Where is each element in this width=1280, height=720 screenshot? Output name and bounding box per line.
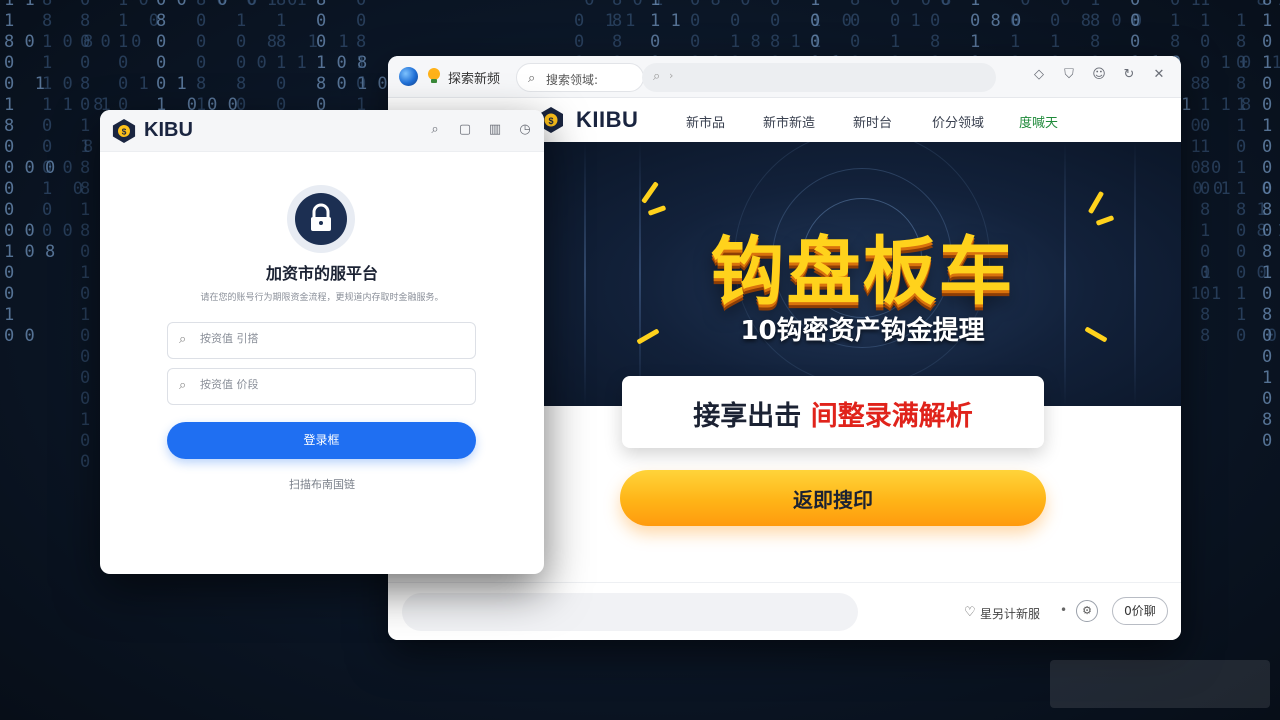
matrix-column: 8 1 0 01808110118 10 8 100 0110 0 (1236, 0, 1280, 346)
browser-footer: ♡ 星另计新服 • ⚙ 0价聊 (388, 582, 1181, 640)
svg-text:$: $ (548, 116, 553, 126)
login-header: $ KIBU ⌕ ▢ ▥ ◷ (100, 110, 544, 152)
clock-icon[interactable]: ◷ (518, 122, 532, 137)
footer-pill-button[interactable]: 0价聊 (1112, 597, 1168, 625)
announcement-text: 接享出击 (693, 401, 802, 432)
password-input[interactable] (200, 378, 460, 391)
announcement-card: 接享出击 间整录满解析 (622, 376, 1044, 448)
username-field[interactable]: ⌕ (167, 322, 476, 359)
tab-search-label: 搜索领域: (546, 73, 599, 87)
nav-item-4[interactable]: 价分领域 (932, 112, 984, 131)
hero-subtitle: 10钩密资产钩金提理 (740, 316, 985, 346)
matrix-column: 1100 1 0 181 1 80180 1 0 18100088 (1200, 0, 1280, 346)
bulb-icon (428, 68, 440, 83)
login-logo-text[interactable]: KIBU (144, 119, 193, 142)
watermark (1050, 660, 1270, 708)
close-icon[interactable]: ✕ (1151, 67, 1167, 82)
wallet-icon[interactable]: ▥ (488, 122, 502, 137)
login-window: $ KIBU ⌕ ▢ ▥ ◷ 加资市的服平台 请在您的账号行为期限资金流程，更规… (100, 110, 544, 574)
lock-icon (295, 193, 347, 245)
nav-item-5[interactable]: 度喊天 (1019, 112, 1058, 131)
favorite-label[interactable]: 星另计新服 (980, 605, 1040, 622)
login-button[interactable]: 登录框 (167, 422, 476, 459)
matrix-column: 8 8101001000 18 10810800 810 180 1 (1262, 0, 1280, 451)
hero-banner: 钩盘板车 10钩密资产钩金提理 (544, 142, 1181, 406)
chevron-right-icon: › (669, 69, 674, 82)
refresh-icon[interactable]: ↻ (1121, 67, 1137, 82)
search-icon: ⌕ (528, 71, 536, 86)
search-icon: ⌕ (179, 378, 187, 393)
login-description: 请在您的账号行为期限资金流程，更规道内存取时金融服务。 (200, 293, 444, 303)
lock-glyph (311, 203, 331, 231)
matrix-column: 881 0 811 01 1 800 8 00 01 000 0 (42, 0, 114, 241)
browser-logo-icon (399, 67, 418, 86)
address-bar[interactable]: ⌕ › (642, 63, 996, 92)
browser-actions: ◇ ⛉ ☺ ↻ ✕ (1031, 67, 1167, 82)
shield-icon[interactable]: ⛉ (1061, 67, 1077, 82)
kibu-logo-icon: $ (112, 119, 136, 143)
footer-input[interactable] (402, 593, 858, 631)
login-title: 加资市的服平台 (265, 264, 378, 283)
hero-title: 钩盘板车 (710, 229, 1015, 315)
matrix-column: 1 118 000 11800 0 0000 01 0 80010 0 (4, 0, 56, 346)
nav-item-1[interactable]: 新市品 (686, 112, 725, 131)
password-field[interactable]: ⌕ (167, 368, 476, 405)
login-header-actions: ⌕ ▢ ▥ ◷ (428, 122, 532, 137)
chat-icon[interactable]: ▢ (458, 122, 472, 137)
nav-item-2[interactable]: 新市新造 (763, 112, 815, 131)
search-icon: ⌕ (653, 69, 661, 84)
announcement-highlight: 间整录满解析 (810, 401, 973, 432)
nav-item-3[interactable]: 新时台 (853, 112, 892, 131)
qr-login-link[interactable]: 扫描布南国链 (100, 476, 544, 492)
tab-title[interactable]: 探索新频 (448, 68, 500, 87)
cta-button[interactable]: 返即搜印 (620, 470, 1046, 526)
browser-toolbar: 探索新频 ⌕ 搜索领域: ⌕ › ◇ ⛉ ☺ ↻ ✕ (388, 56, 1181, 98)
heart-icon[interactable]: ♡ (964, 605, 976, 620)
settings-icon[interactable]: ⚙ (1076, 600, 1098, 622)
svg-text:$: $ (122, 127, 127, 137)
separator-dot-icon: • (1060, 603, 1068, 617)
bookmark-icon[interactable]: ◇ (1031, 67, 1047, 82)
lock-badge (287, 185, 355, 253)
username-input[interactable] (200, 332, 460, 345)
site-logo-text[interactable]: KIIBU (576, 107, 638, 133)
search-icon[interactable]: ⌕ (428, 122, 442, 137)
tab-search[interactable]: ⌕ 搜索领域: (516, 63, 644, 92)
search-icon: ⌕ (179, 332, 187, 347)
matrix-column: 080 0 0080 111881 8801010 0 1000100 (80, 0, 142, 472)
user-icon[interactable]: ☺ (1091, 67, 1107, 82)
